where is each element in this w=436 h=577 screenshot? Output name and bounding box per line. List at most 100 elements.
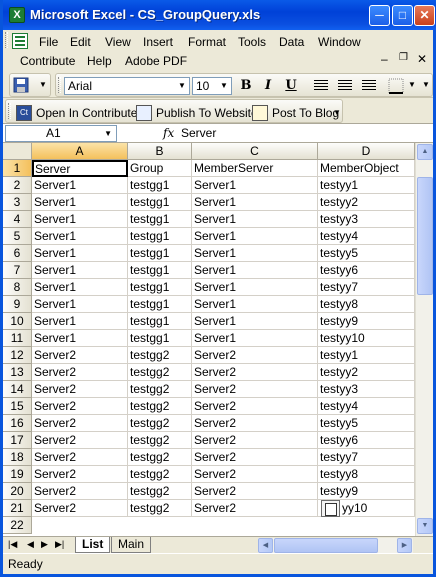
table-cell[interactable]: Server1 xyxy=(192,177,318,194)
table-cell[interactable]: testyy5 xyxy=(318,415,415,432)
table-cell[interactable]: testyy3 xyxy=(318,211,415,228)
row-header[interactable]: 5 xyxy=(3,228,32,245)
table-cell[interactable]: testgg1 xyxy=(128,245,192,262)
select-all-corner[interactable] xyxy=(3,143,32,160)
column-header-a[interactable]: A xyxy=(32,143,128,160)
excel-app-icon[interactable]: X xyxy=(9,7,25,23)
table-cell[interactable]: testgg1 xyxy=(128,279,192,296)
table-cell[interactable]: Server2 xyxy=(192,466,318,483)
row-header[interactable]: 19 xyxy=(3,466,32,483)
table-cell[interactable]: testyy10 xyxy=(318,330,415,347)
row-header[interactable]: 17 xyxy=(3,432,32,449)
function-icon[interactable]: fx xyxy=(163,126,174,140)
row-header[interactable]: 7 xyxy=(3,262,32,279)
name-box[interactable]: A1 ▼ xyxy=(5,125,117,142)
table-cell[interactable]: testgg1 xyxy=(128,211,192,228)
menu-edit[interactable]: Edit xyxy=(70,35,91,49)
row-header[interactable]: 15 xyxy=(3,398,32,415)
toolbar-options-icon[interactable]: ▼ xyxy=(333,108,341,117)
horizontal-scroll-thumb[interactable] xyxy=(274,538,378,553)
table-cell[interactable]: testyy3 xyxy=(318,381,415,398)
format-grip[interactable] xyxy=(58,77,61,93)
menu-grip[interactable] xyxy=(5,32,8,48)
column-header-d[interactable]: D xyxy=(318,143,415,160)
vertical-scroll-thumb[interactable] xyxy=(417,177,433,295)
worksheet-grid[interactable]: ▲ ▼ A B C D 1 Server Group MemberServer MemberOb… xyxy=(3,143,433,536)
align-center-icon[interactable] xyxy=(338,80,352,92)
table-cell[interactable]: Server2 xyxy=(192,398,318,415)
post-to-blog-button[interactable]: Post To Blog xyxy=(252,104,339,122)
table-cell[interactable]: Server1 xyxy=(32,211,128,228)
table-cell[interactable]: testgg2 xyxy=(128,483,192,500)
table-cell[interactable]: Server2 xyxy=(192,364,318,381)
table-cell[interactable]: testyy5 xyxy=(318,245,415,262)
row-header[interactable]: 12 xyxy=(3,347,32,364)
scroll-left-icon[interactable]: ◀ xyxy=(258,538,273,553)
header-cell[interactable]: MemberServer xyxy=(192,160,318,177)
scroll-right-icon[interactable]: ▶ xyxy=(397,538,412,553)
table-cell[interactable]: Server2 xyxy=(192,483,318,500)
header-cell[interactable]: MemberObject xyxy=(318,160,415,177)
menu-file[interactable]: File xyxy=(39,35,58,49)
table-cell[interactable]: testyy9 xyxy=(318,483,415,500)
doc-restore-icon[interactable]: ❐ xyxy=(399,52,408,63)
table-cell[interactable]: Server1 xyxy=(32,245,128,262)
paste-options-icon[interactable] xyxy=(321,500,340,517)
header-cell[interactable]: Group xyxy=(128,160,192,177)
table-cell[interactable]: Server1 xyxy=(192,313,318,330)
table-cell[interactable]: testyy6 xyxy=(318,432,415,449)
close-button[interactable]: ✕ xyxy=(414,5,435,26)
sheet-tab-list[interactable]: List xyxy=(75,537,111,553)
font-name-select[interactable]: Arial ▼ xyxy=(64,77,190,95)
font-size-select[interactable]: 10 ▼ xyxy=(192,77,232,95)
row-header[interactable]: 22 xyxy=(3,517,32,534)
table-cell[interactable]: testgg2 xyxy=(128,398,192,415)
table-cell[interactable]: testyy2 xyxy=(318,364,415,381)
table-cell[interactable]: testgg2 xyxy=(128,415,192,432)
table-cell[interactable]: Server1 xyxy=(32,228,128,245)
row-header[interactable]: 14 xyxy=(3,381,32,398)
row-header[interactable]: 21 xyxy=(3,500,32,517)
table-cell[interactable]: Server1 xyxy=(192,228,318,245)
table-cell[interactable]: Server2 xyxy=(192,449,318,466)
underline-button[interactable]: U xyxy=(282,78,300,93)
row-header[interactable]: 20 xyxy=(3,483,32,500)
minimize-button[interactable]: ─ xyxy=(369,5,390,26)
formula-input[interactable]: Server xyxy=(181,126,216,140)
table-cell[interactable]: testgg2 xyxy=(128,449,192,466)
table-cell[interactable]: Server2 xyxy=(32,381,128,398)
table-cell[interactable]: Server1 xyxy=(32,262,128,279)
vertical-scrollbar[interactable]: ▲ ▼ xyxy=(415,143,433,536)
table-cell[interactable]: testgg1 xyxy=(128,228,192,245)
bold-button[interactable]: B xyxy=(237,78,255,93)
workbook-icon[interactable] xyxy=(12,33,28,49)
table-cell[interactable]: testyy1 xyxy=(318,177,415,194)
table-cell[interactable]: testyy8 xyxy=(318,466,415,483)
table-cell[interactable]: testgg2 xyxy=(128,381,192,398)
table-cell[interactable]: Server1 xyxy=(192,296,318,313)
menu-format[interactable]: Format xyxy=(188,35,226,49)
table-cell[interactable]: Server1 xyxy=(32,296,128,313)
table-cell[interactable]: testyy6 xyxy=(318,262,415,279)
align-left-icon[interactable] xyxy=(314,80,328,92)
table-cell[interactable]: Server2 xyxy=(32,466,128,483)
row-header[interactable]: 10 xyxy=(3,313,32,330)
row-header[interactable]: 11 xyxy=(3,330,32,347)
column-header-b[interactable]: B xyxy=(128,143,192,160)
row-header[interactable]: 16 xyxy=(3,415,32,432)
italic-button[interactable]: I xyxy=(259,78,277,93)
table-cell[interactable]: testyy7 xyxy=(318,449,415,466)
table-cell[interactable]: Server2 xyxy=(192,381,318,398)
table-cell[interactable]: Server2 xyxy=(32,415,128,432)
sheet-tab-main[interactable]: Main xyxy=(111,537,152,553)
row-header[interactable]: 18 xyxy=(3,449,32,466)
table-cell[interactable]: Server2 xyxy=(32,449,128,466)
doc-close-icon[interactable]: ✕ xyxy=(417,52,427,66)
scroll-down-icon[interactable]: ▼ xyxy=(417,518,433,534)
row-header[interactable]: 13 xyxy=(3,364,32,381)
open-in-contribute-button[interactable]: Ct Open In Contribute xyxy=(16,104,137,122)
table-cell[interactable]: Server2 xyxy=(32,364,128,381)
first-sheet-icon[interactable]: |◀ xyxy=(8,539,17,550)
last-sheet-icon[interactable]: ▶| xyxy=(55,539,64,550)
table-cell[interactable]: Server2 xyxy=(32,500,128,517)
